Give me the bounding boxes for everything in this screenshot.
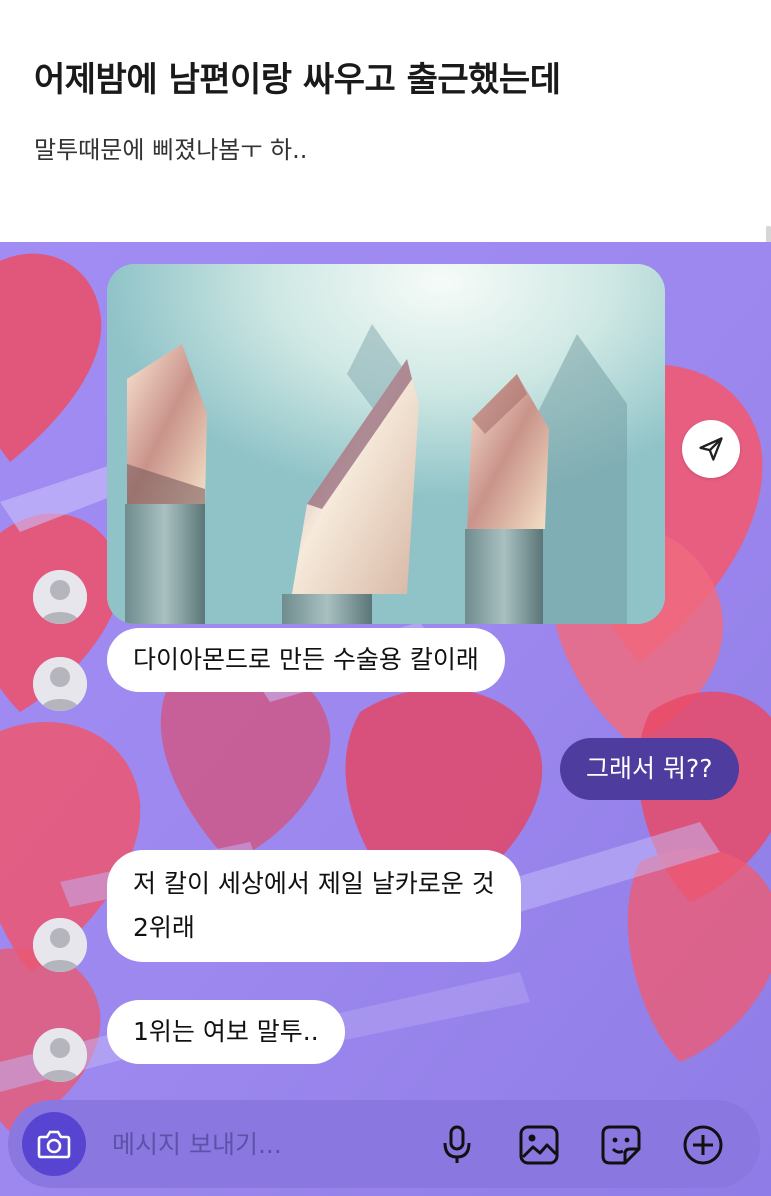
user-avatar-icon — [33, 918, 87, 972]
chat-screen: 다이아몬드로 만든 수술용 칼이래 그래서 뭐?? 저 칼이 세상에서 제일 날… — [0, 242, 771, 1196]
camera-icon — [37, 1130, 71, 1159]
message-input[interactable] — [112, 1122, 412, 1166]
message-text: 1위는 여보 말투.. — [133, 1017, 319, 1046]
post-subtitle: 말투때문에 삐졌나봄ㅜ 하.. — [34, 136, 308, 164]
post-title: 어제밤에 남편이랑 싸우고 출근했는데 — [34, 60, 561, 100]
more-options-button[interactable] — [680, 1122, 726, 1168]
surgical-knives-image — [107, 264, 665, 624]
voice-message-button[interactable] — [434, 1122, 480, 1168]
sticker-button[interactable] — [598, 1122, 644, 1168]
avatar[interactable] — [33, 570, 87, 624]
message-text-line: 저 칼이 세상에서 제일 날카로운 것 — [133, 869, 495, 898]
user-avatar-icon — [33, 1028, 87, 1082]
gallery-button[interactable] — [516, 1122, 562, 1168]
image-attachment[interactable] — [107, 264, 665, 624]
incoming-message[interactable]: 1위는 여보 말투.. — [107, 1000, 345, 1064]
post-header: 어제밤에 남편이랑 싸우고 출근했는데 말투때문에 삐졌나봄ㅜ 하.. — [0, 0, 771, 242]
avatar[interactable] — [33, 918, 87, 972]
avatar[interactable] — [33, 1028, 87, 1082]
share-send-icon — [699, 437, 723, 461]
avatar[interactable] — [33, 657, 87, 711]
user-avatar-icon — [33, 570, 87, 624]
message-text: 다이아몬드로 만든 수술용 칼이래 — [133, 645, 479, 674]
camera-button[interactable] — [22, 1112, 86, 1176]
outgoing-message[interactable]: 그래서 뭐?? — [560, 738, 739, 800]
message-text: 그래서 뭐?? — [586, 754, 713, 783]
message-text-line: 2위래 — [133, 913, 195, 942]
incoming-message[interactable]: 저 칼이 세상에서 제일 날카로운 것 2위래 — [107, 850, 521, 962]
incoming-message[interactable]: 다이아몬드로 만든 수술용 칼이래 — [107, 628, 505, 692]
message-composer — [8, 1100, 760, 1188]
microphone-icon — [443, 1125, 471, 1163]
plus-icon — [683, 1125, 723, 1165]
user-avatar-icon — [33, 657, 87, 711]
share-button[interactable] — [682, 420, 740, 478]
sticker-icon — [601, 1125, 641, 1165]
image-icon — [519, 1125, 559, 1165]
